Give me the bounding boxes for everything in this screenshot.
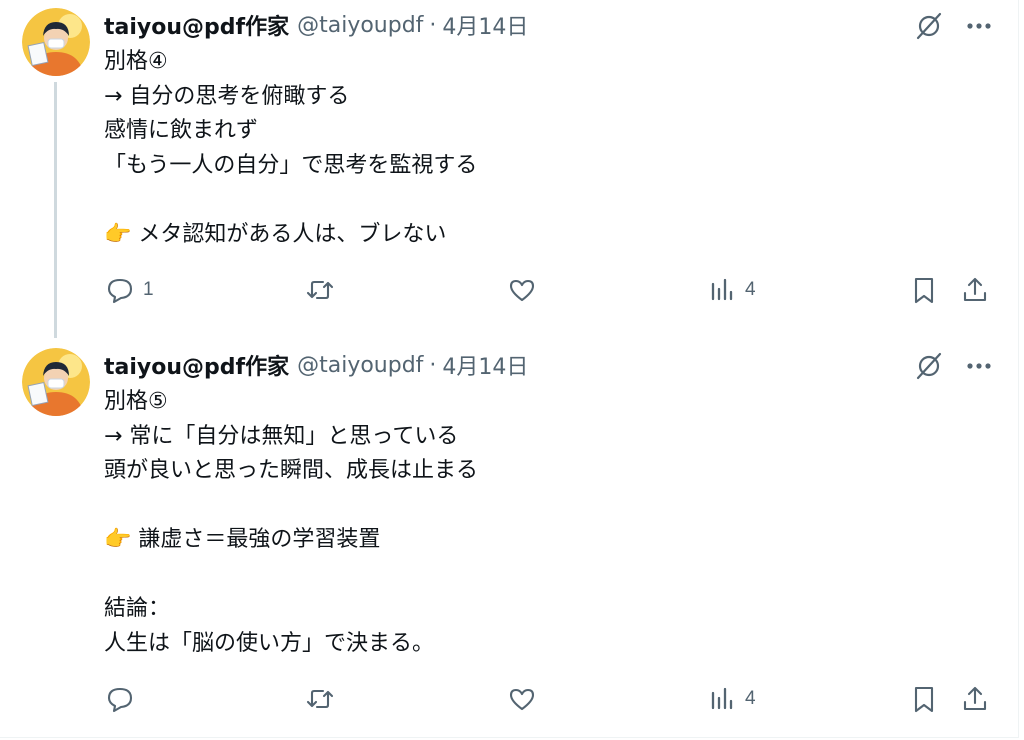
- text-line: → 自分の思考を俯瞰する: [104, 83, 350, 109]
- text-line: 別格⑤: [104, 389, 168, 414]
- text-line: [104, 489, 478, 524]
- views-count: 4: [745, 688, 756, 709]
- tweet-text: 別格⑤ → 常に「自分は無知」と思っている 頭が良いと思った瞬間、成長は止まる …: [104, 385, 478, 661]
- tweet-text: 別格④ → 自分の思考を俯瞰する 感情に飲まれず 「もう一人の自分」で思考を監視…: [104, 45, 477, 252]
- reply-button[interactable]: [105, 681, 143, 717]
- views-button[interactable]: 4: [707, 272, 756, 308]
- more-icon[interactable]: [964, 14, 994, 38]
- author-handle[interactable]: @taiyoupdf: [297, 13, 423, 38]
- share-button[interactable]: [960, 681, 990, 717]
- separator-dot: ·: [429, 352, 437, 378]
- reply-button[interactable]: 1: [105, 272, 154, 308]
- like-button[interactable]: [507, 272, 537, 308]
- tweet-date[interactable]: 4月14日: [442, 349, 528, 381]
- text-line: 別格④: [104, 49, 168, 74]
- text-line: 👉 メタ認知がある人は、ブレない: [104, 221, 447, 247]
- separator-dot: ·: [429, 12, 437, 38]
- text-line: 頭が良いと思った瞬間、成長は止まる: [104, 458, 479, 483]
- text-line: 👉 謙虚さ＝最強の学習装置: [104, 527, 381, 552]
- bookmark-icon: [914, 686, 934, 713]
- text-line: 感情に飲まれず: [104, 118, 259, 143]
- text-line: 「もう一人の自分」で思考を監視する: [104, 152, 478, 178]
- avatar[interactable]: [22, 348, 90, 416]
- grok-icon[interactable]: [914, 351, 944, 381]
- views-chart-icon: [711, 687, 733, 710]
- tweet-header: taiyou@pdf作家 @taiyoupdf · 4月14日: [104, 348, 528, 382]
- reply-count: 1: [143, 279, 154, 300]
- tweet-actions: 4: [0, 681, 1018, 717]
- author-handle[interactable]: @taiyoupdf: [297, 353, 423, 378]
- text-line: [104, 558, 478, 593]
- views-chart-icon: [711, 278, 733, 301]
- author-name[interactable]: taiyou@pdf作家: [104, 349, 289, 381]
- tweet[interactable]: taiyou@pdf作家 @taiyoupdf · 4月14日 別格④ → 自分…: [0, 0, 1018, 330]
- reply-icon: [107, 687, 133, 713]
- share-icon: [963, 277, 987, 302]
- author-name[interactable]: taiyou@pdf作家: [104, 9, 289, 41]
- text-line: 結論：: [104, 596, 171, 621]
- retweet-button[interactable]: [305, 681, 335, 717]
- heart-icon: [509, 688, 535, 711]
- bookmark-button[interactable]: [909, 681, 939, 717]
- bookmark-button[interactable]: [909, 272, 939, 308]
- avatar[interactable]: [22, 8, 90, 76]
- reply-icon: [107, 278, 133, 304]
- text-line: → 常に「自分は無知」と思っている: [104, 423, 459, 449]
- bookmark-icon: [914, 277, 934, 304]
- retweet-icon: [306, 280, 334, 300]
- like-button[interactable]: [507, 681, 537, 717]
- tweet-header: taiyou@pdf作家 @taiyoupdf · 4月14日: [104, 8, 528, 42]
- text-line: 人生は「脳の使い方」で決まる。: [104, 630, 435, 656]
- views-button[interactable]: 4: [707, 681, 756, 717]
- retweet-icon: [306, 689, 334, 709]
- grok-icon[interactable]: [914, 11, 944, 41]
- text-line: [104, 183, 477, 218]
- tweet-date[interactable]: 4月14日: [442, 9, 528, 41]
- share-icon: [963, 686, 987, 711]
- heart-icon: [509, 279, 535, 302]
- more-icon[interactable]: [964, 354, 994, 378]
- views-count: 4: [745, 279, 756, 300]
- tweet-actions: 1 4: [0, 272, 1018, 308]
- retweet-button[interactable]: [305, 272, 335, 308]
- tweet[interactable]: taiyou@pdf作家 @taiyoupdf · 4月14日 別格⑤ → 常に…: [0, 340, 1018, 737]
- share-button[interactable]: [960, 272, 990, 308]
